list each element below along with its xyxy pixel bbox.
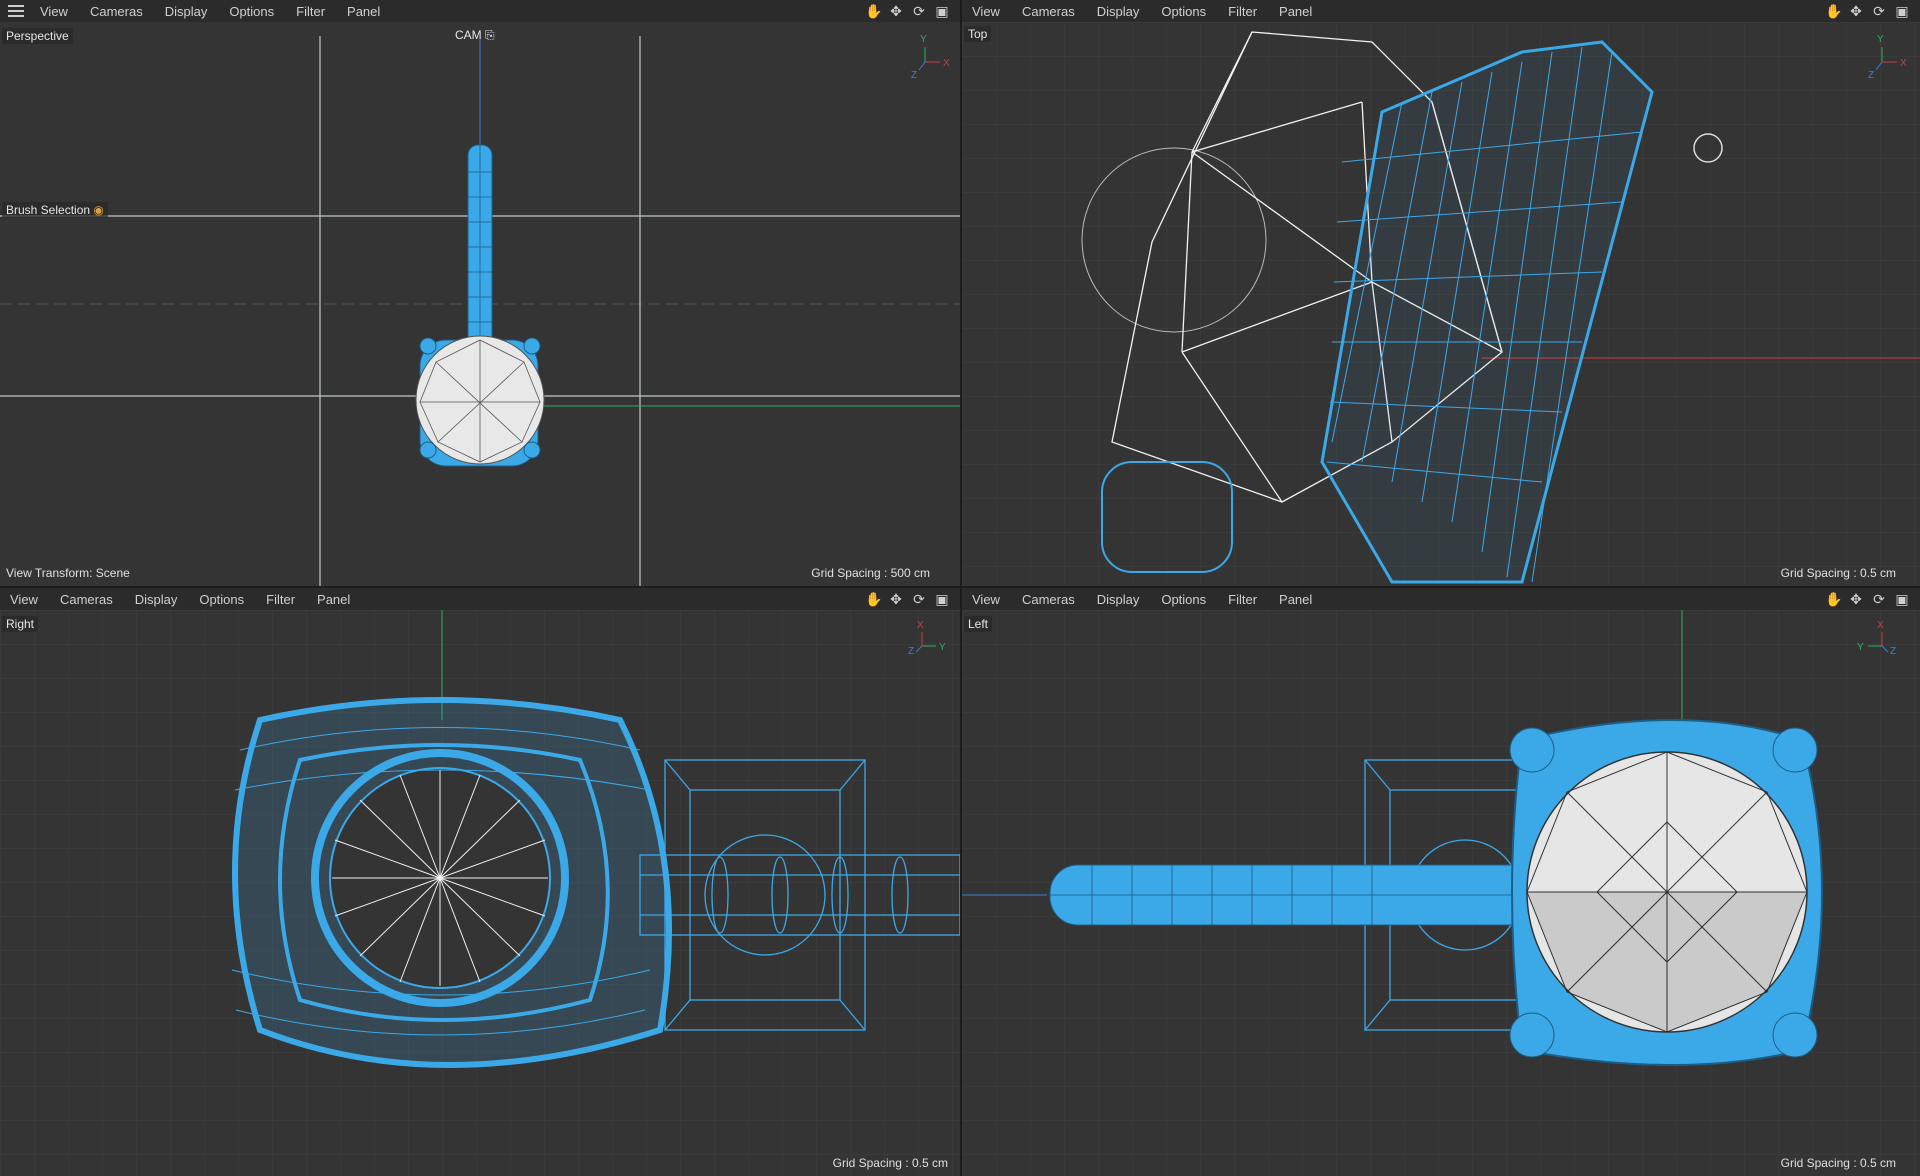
viewport-name: Right: [2, 616, 39, 632]
four-view-layout: View Cameras Display Options Filter Pane…: [0, 0, 1920, 1176]
ring-head-wireframe: [231, 697, 672, 1068]
move-icon[interactable]: ✥: [888, 3, 904, 19]
rotate-icon[interactable]: ⟳: [911, 591, 927, 607]
grid-spacing-label: Grid Spacing : 0.5 cm: [832, 1156, 948, 1170]
viewport-top[interactable]: View Cameras Display Options Filter Pane…: [962, 0, 1920, 586]
prong: [1772, 727, 1818, 773]
viewport-menubar: View Cameras Display Options Filter Pane…: [962, 0, 1920, 22]
prong: [1772, 1012, 1818, 1058]
menu-cameras[interactable]: Cameras: [79, 4, 154, 19]
maximize-icon[interactable]: ▣: [1894, 591, 1910, 607]
menu-view[interactable]: View: [962, 4, 1011, 19]
axis-x-label: X: [1877, 620, 1884, 631]
camera-label[interactable]: CAM ⎘: [455, 28, 495, 43]
viewport-canvas[interactable]: Y X Z: [962, 22, 1920, 586]
brush-selection-text: Brush Selection: [6, 203, 91, 217]
right-scene: X Y Z: [0, 610, 960, 1176]
left-scene: X Y Z: [962, 610, 1920, 1176]
menu-options[interactable]: Options: [1150, 4, 1217, 19]
menu-options[interactable]: Options: [1150, 592, 1217, 607]
grid-spacing-label: Grid Spacing : 0.5 cm: [1780, 566, 1896, 580]
menu-cameras[interactable]: Cameras: [1011, 4, 1086, 19]
viewport-right[interactable]: View Cameras Display Options Filter Pane…: [0, 588, 960, 1176]
pan-icon[interactable]: ✋: [1825, 591, 1842, 607]
menu-display[interactable]: Display: [1086, 592, 1151, 607]
viewport-canvas[interactable]: X Y Z: [962, 610, 1920, 1176]
menu-hamburger-icon[interactable]: [8, 5, 24, 17]
rotate-icon[interactable]: ⟳: [1871, 3, 1887, 19]
pan-icon[interactable]: ✋: [865, 591, 882, 607]
axis-x-label: X: [943, 58, 950, 69]
move-icon[interactable]: ✥: [1848, 3, 1864, 19]
axis-y-label: Y: [920, 34, 927, 45]
move-icon[interactable]: ✥: [1848, 591, 1864, 607]
camera-name: CAM: [455, 28, 482, 42]
menu-filter[interactable]: Filter: [1217, 592, 1268, 607]
pan-icon[interactable]: ✋: [865, 3, 882, 19]
viewport-menubar: View Cameras Display Options Filter Pane…: [0, 0, 960, 22]
viewport-canvas[interactable]: Y X Z: [0, 22, 960, 586]
menu-panel[interactable]: Panel: [306, 592, 361, 607]
brush-selection-label[interactable]: Brush Selection ◉: [2, 202, 108, 218]
axis-y-label: Y: [939, 642, 946, 653]
menu-display[interactable]: Display: [124, 592, 189, 607]
menu-options[interactable]: Options: [188, 592, 255, 607]
menu-panel[interactable]: Panel: [336, 4, 391, 19]
rotate-icon[interactable]: ⟳: [911, 3, 927, 19]
view-transform-label: View Transform: Scene: [6, 566, 130, 580]
axis-y-label: Y: [1857, 642, 1864, 653]
menu-cameras[interactable]: Cameras: [49, 592, 124, 607]
prong: [419, 441, 437, 459]
menu-filter[interactable]: Filter: [1217, 4, 1268, 19]
axis-gizmo: Y X Z: [911, 34, 950, 81]
prong: [419, 337, 437, 355]
maximize-icon[interactable]: ▣: [934, 3, 950, 19]
menu-options[interactable]: Options: [218, 4, 285, 19]
axis-z-label: Z: [908, 646, 914, 657]
axis-x-label: X: [917, 620, 924, 631]
viewport-name: Perspective: [2, 28, 73, 44]
prong: [523, 337, 541, 355]
rotate-icon[interactable]: ⟳: [1871, 591, 1887, 607]
menu-display[interactable]: Display: [1086, 4, 1151, 19]
perspective-scene: Y X Z: [0, 34, 960, 586]
move-icon[interactable]: ✥: [888, 591, 904, 607]
grid-spacing-label: Grid Spacing : 500 cm: [811, 566, 930, 580]
viewport-left[interactable]: View Cameras Display Options Filter Pane…: [962, 588, 1920, 1176]
axis-y-label: Y: [1877, 34, 1884, 45]
viewport-perspective[interactable]: View Cameras Display Options Filter Pane…: [0, 0, 960, 586]
menu-panel[interactable]: Panel: [1268, 592, 1323, 607]
maximize-icon[interactable]: ▣: [1894, 3, 1910, 19]
axis-z-label: Z: [1890, 646, 1896, 657]
viewport-name: Left: [964, 616, 993, 632]
camera-icon: ⎘: [485, 28, 495, 42]
menu-view[interactable]: View: [30, 4, 79, 19]
menu-cameras[interactable]: Cameras: [1011, 592, 1086, 607]
maximize-icon[interactable]: ▣: [934, 591, 950, 607]
prong: [1509, 727, 1555, 773]
menu-filter[interactable]: Filter: [285, 4, 336, 19]
axis-z-label: Z: [1868, 70, 1874, 81]
brush-selection-icon: ◉: [93, 203, 104, 217]
menu-view[interactable]: View: [962, 592, 1011, 607]
prong: [523, 441, 541, 459]
menu-filter[interactable]: Filter: [255, 592, 306, 607]
menu-view[interactable]: View: [0, 592, 49, 607]
viewport-name: Top: [964, 26, 992, 42]
pan-icon[interactable]: ✋: [1825, 3, 1842, 19]
viewport-menubar: View Cameras Display Options Filter Pane…: [0, 588, 960, 610]
top-scene: Y X Z: [962, 22, 1920, 586]
grid-spacing-label: Grid Spacing : 0.5 cm: [1780, 1156, 1896, 1170]
prong: [1509, 1012, 1555, 1058]
axis-z-label: Z: [911, 70, 917, 81]
menu-panel[interactable]: Panel: [1268, 4, 1323, 19]
axis-x-label: X: [1900, 58, 1907, 69]
viewport-canvas[interactable]: X Y Z: [0, 610, 960, 1176]
menu-display[interactable]: Display: [154, 4, 219, 19]
viewport-menubar: View Cameras Display Options Filter Pane…: [962, 588, 1920, 610]
